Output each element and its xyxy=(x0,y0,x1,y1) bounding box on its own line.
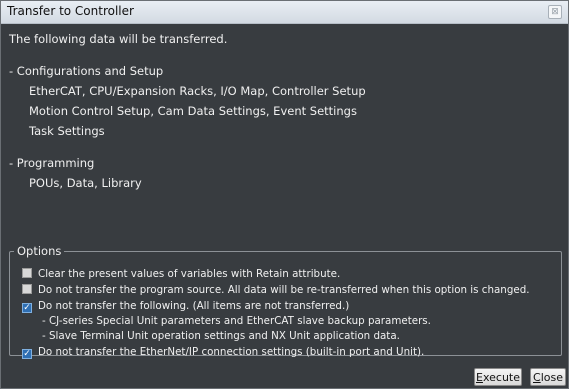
checkbox-checked-icon[interactable]: ✓ xyxy=(22,349,32,359)
intro-text: The following data will be transferred. xyxy=(9,32,228,46)
options-legend: Options xyxy=(17,244,62,258)
option-label: Do not transfer the following. (All item… xyxy=(38,300,350,312)
title-bar: Transfer to Controller ⊠ xyxy=(1,1,568,24)
options-group: Options Clear the present values of vari… xyxy=(9,244,562,359)
programming-line: POUs, Data, Library xyxy=(29,176,142,190)
checkbox-unchecked-icon[interactable] xyxy=(22,284,32,294)
transfer-dialog: Transfer to Controller ⊠ The following d… xyxy=(0,0,569,389)
option-no-program-source[interactable]: Do not transfer the program source. All … xyxy=(22,284,530,296)
programming-section-header: - Programming xyxy=(9,156,95,170)
config-line: Motion Control Setup, Cam Data Settings,… xyxy=(29,104,357,118)
option-do-not-transfer-following[interactable]: ✓ Do not transfer the following. (All ite… xyxy=(22,300,349,313)
dialog-body: The following data will be transferred. … xyxy=(9,29,560,193)
option-sub-item: - Slave Terminal Unit operation settings… xyxy=(42,330,400,342)
checkbox-checked-icon[interactable]: ✓ xyxy=(22,303,32,313)
config-line: Task Settings xyxy=(29,124,105,138)
option-label: Do not transfer the EtherNet/IP connecti… xyxy=(38,346,425,358)
close-icon[interactable]: ⊠ xyxy=(548,5,562,19)
option-label: Do not transfer the program source. All … xyxy=(38,284,530,296)
execute-mnemonic: E xyxy=(476,371,483,384)
close-button[interactable]: Close xyxy=(530,368,566,386)
option-no-ethernetip[interactable]: ✓ Do not transfer the EtherNet/IP connect… xyxy=(22,346,424,359)
config-line: EtherCAT, CPU/Expansion Racks, I/O Map, … xyxy=(29,84,366,98)
option-sub-item: - CJ-series Special Unit parameters and … xyxy=(42,315,431,327)
option-clear-retain[interactable]: Clear the present values of variables wi… xyxy=(22,268,340,280)
close-label: lose xyxy=(540,371,563,384)
close-mnemonic: C xyxy=(533,371,541,384)
config-section-header: - Configurations and Setup xyxy=(9,64,164,78)
dialog-title: Transfer to Controller xyxy=(7,4,134,18)
checkbox-unchecked-icon[interactable] xyxy=(22,268,32,278)
execute-label: xecute xyxy=(482,371,520,384)
execute-button[interactable]: Execute xyxy=(474,368,522,386)
option-label: Clear the present values of variables wi… xyxy=(38,268,341,280)
